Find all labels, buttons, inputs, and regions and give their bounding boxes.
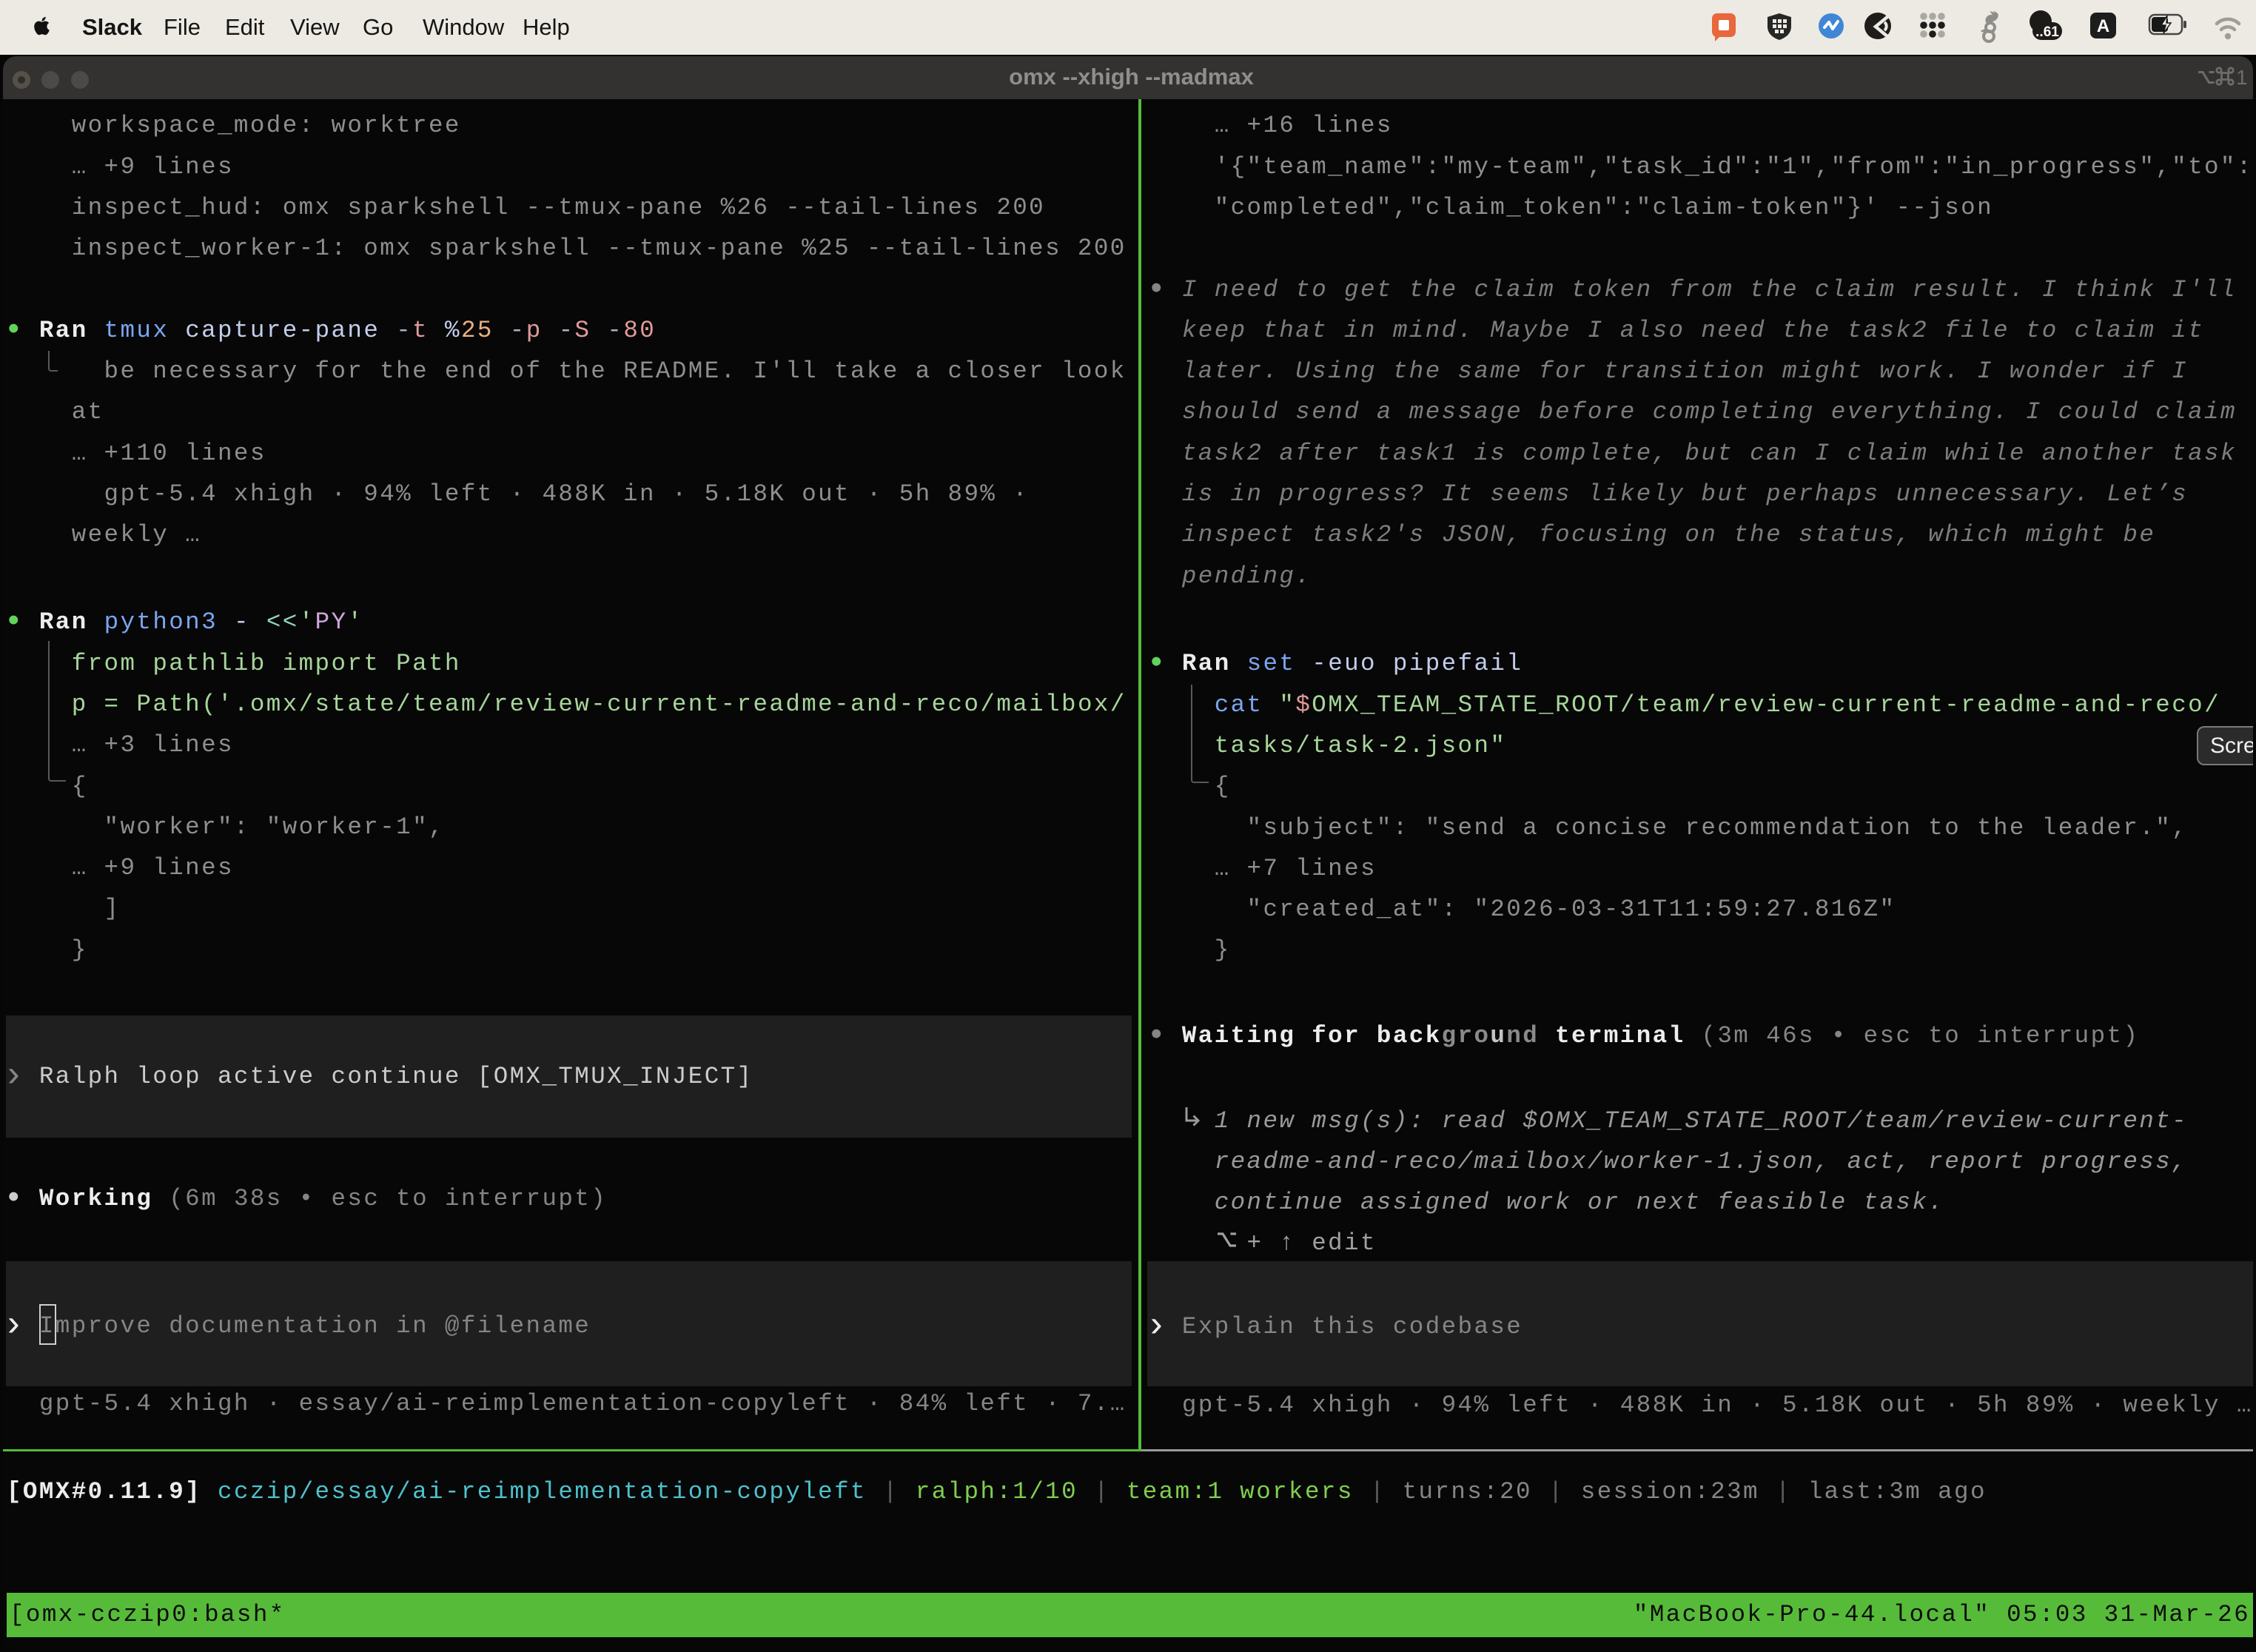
svg-text:A: A xyxy=(2097,16,2109,36)
svg-text:..61: ..61 xyxy=(2035,24,2059,40)
